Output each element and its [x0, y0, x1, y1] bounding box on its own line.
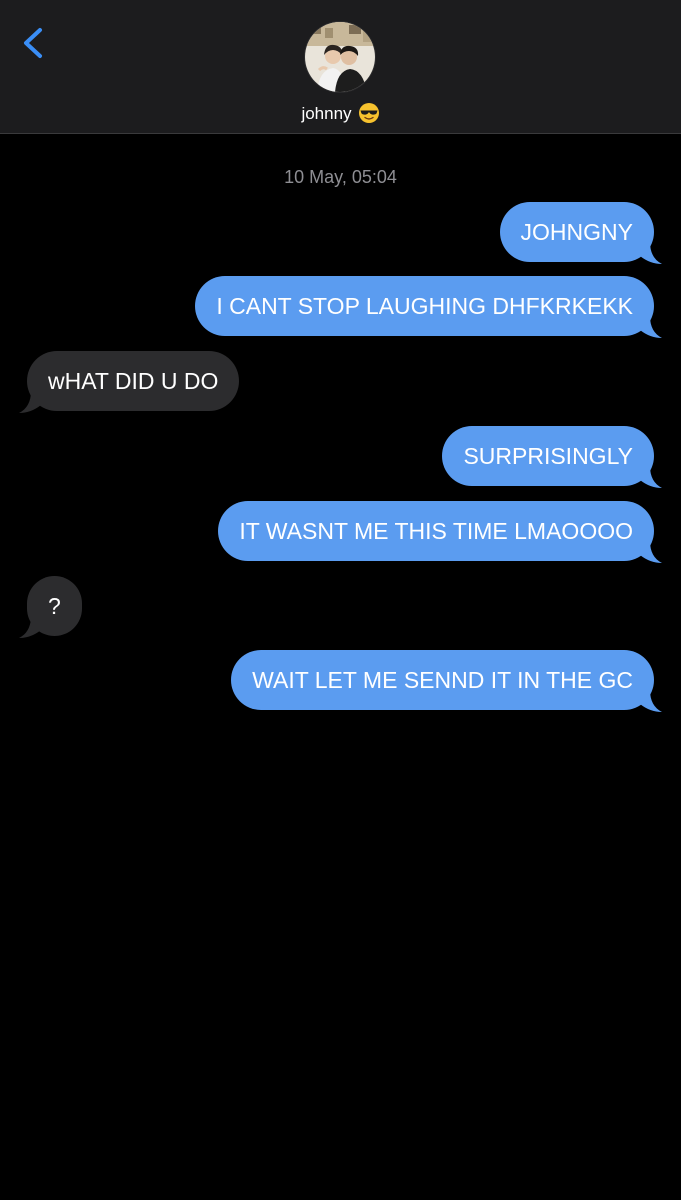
chevron-left-icon — [24, 28, 42, 58]
message-text: IT WASNT ME THIS TIME LMAOOOO — [239, 518, 633, 544]
bubble-tail-icon — [19, 616, 41, 638]
bubble-tail-icon — [640, 242, 662, 264]
message-text: JOHNGNY — [520, 219, 633, 245]
sent-message-bubble[interactable]: I CANT STOP LAUGHING DHFKRKEKK — [195, 276, 662, 338]
bubble-tail-icon — [640, 541, 662, 563]
sent-message-bubble[interactable]: IT WASNT ME THIS TIME LMAOOOO — [218, 501, 662, 563]
message-text: WAIT LET ME SENND IT IN THE GC — [252, 667, 633, 693]
message-text: wHAT DID U DO — [48, 368, 219, 394]
bubble-tail-icon — [19, 391, 41, 413]
bubble-tail-icon — [640, 316, 662, 338]
received-message-bubble[interactable]: wHAT DID U DO — [19, 351, 240, 413]
avatar-photo-icon — [305, 22, 375, 92]
bubble-tail-icon — [640, 466, 662, 488]
sent-message-bubble[interactable]: JOHNGNY — [499, 202, 662, 264]
message-timestamp: 10 May, 05:04 — [284, 167, 397, 187]
sent-message-bubble[interactable]: SURPRISINGLY — [442, 426, 662, 488]
bubble-tail-icon — [640, 690, 662, 712]
sent-message-bubble[interactable]: WAIT LET ME SENND IT IN THE GC — [231, 650, 662, 712]
contact-name: johnny — [301, 104, 352, 123]
message-text: ? — [48, 593, 61, 619]
conversation-header: johnny — [0, 0, 681, 134]
back-button[interactable] — [14, 24, 54, 64]
message-text: SURPRISINGLY — [463, 443, 633, 469]
contact-name-row[interactable]: johnny — [0, 102, 681, 131]
received-message-bubble[interactable]: ? — [19, 576, 82, 638]
sunglasses-emoji-icon — [358, 102, 380, 131]
message-text: I CANT STOP LAUGHING DHFKRKEKK — [216, 293, 633, 319]
contact-avatar[interactable] — [305, 22, 375, 92]
